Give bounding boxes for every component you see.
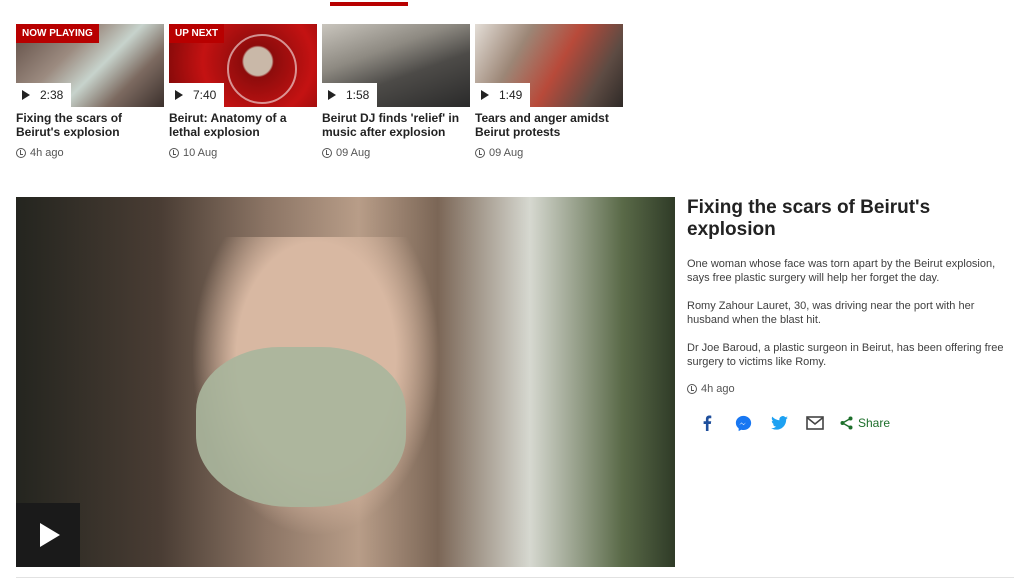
duration-text: 1:58 — [346, 88, 370, 102]
story-paragraph: Romy Zahour Lauret, 30, was driving near… — [687, 300, 975, 326]
target-ring-graphic — [227, 34, 297, 104]
now-playing-badge: NOW PLAYING — [16, 24, 99, 43]
video-playlist: NOW PLAYING 2:38 Fixing the scars of Bei… — [16, 24, 623, 159]
duration-label: 7:40 — [169, 83, 225, 107]
play-icon — [328, 90, 336, 100]
share-label: Share — [858, 416, 891, 430]
play-button[interactable] — [16, 503, 80, 567]
timestamp-text: 10 Aug — [183, 147, 218, 159]
duration-text: 2:38 — [40, 88, 64, 102]
clock-icon — [16, 148, 26, 158]
play-icon — [481, 90, 489, 100]
share-button[interactable]: Share — [840, 416, 890, 430]
divider — [16, 577, 1014, 578]
playlist-item-3[interactable]: 1:58 Beirut DJ finds 'relief' in music a… — [322, 24, 470, 159]
timestamp-text: 4h ago — [30, 147, 64, 159]
video-title[interactable]: Beirut DJ finds 'relief' in music after … — [322, 111, 470, 139]
story-panel: Fixing the scars of Beirut's explosion O… — [687, 197, 1012, 395]
timestamp-text: 09 Aug — [489, 147, 524, 159]
clock-icon — [687, 384, 697, 394]
video-thumbnail[interactable]: NOW PLAYING 2:38 — [16, 24, 164, 107]
play-icon — [175, 90, 183, 100]
story-timestamp: 4h ago — [687, 383, 1012, 395]
messenger-icon[interactable] — [734, 414, 752, 432]
video-thumbnail[interactable]: 1:49 — [475, 24, 623, 107]
clock-icon — [322, 148, 332, 158]
clock-icon — [475, 148, 485, 158]
clock-icon — [169, 148, 179, 158]
up-next-badge: UP NEXT — [169, 24, 225, 43]
video-title[interactable]: Fixing the scars of Beirut's explosion — [16, 111, 164, 139]
timestamp: 09 Aug — [322, 147, 470, 159]
share-tools: Share — [698, 414, 890, 432]
playlist-item-2[interactable]: UP NEXT 7:40 Beirut: Anatomy of a lethal… — [169, 24, 317, 159]
play-icon — [40, 523, 60, 547]
duration-label: 1:49 — [475, 83, 531, 107]
story-paragraph: Dr Joe Baroud, a plastic surgeon in Beir… — [687, 342, 1004, 368]
twitter-icon[interactable] — [770, 414, 788, 432]
share-icon — [840, 416, 853, 430]
email-icon[interactable] — [806, 414, 824, 432]
timestamp-text: 4h ago — [701, 383, 735, 395]
play-icon — [22, 90, 30, 100]
video-thumbnail[interactable]: UP NEXT 7:40 — [169, 24, 317, 107]
video-title[interactable]: Tears and anger amidst Beirut protests — [475, 111, 623, 139]
video-thumbnail[interactable]: 1:58 — [322, 24, 470, 107]
timestamp-text: 09 Aug — [336, 147, 371, 159]
timestamp: 4h ago — [16, 147, 164, 159]
duration-text: 1:49 — [499, 88, 523, 102]
facebook-icon[interactable] — [698, 414, 716, 432]
duration-text: 7:40 — [193, 88, 217, 102]
duration-label: 1:58 — [322, 83, 378, 107]
duration-label: 2:38 — [16, 83, 72, 107]
timestamp: 09 Aug — [475, 147, 623, 159]
story-title: Fixing the scars of Beirut's explosion — [687, 197, 931, 240]
playlist-item-4[interactable]: 1:49 Tears and anger amidst Beirut prote… — [475, 24, 623, 159]
timestamp: 10 Aug — [169, 147, 317, 159]
story-paragraph: One woman whose face was torn apart by t… — [687, 258, 996, 284]
playlist-item-1[interactable]: NOW PLAYING 2:38 Fixing the scars of Bei… — [16, 24, 164, 159]
video-title[interactable]: Beirut: Anatomy of a lethal explosion — [169, 111, 317, 139]
video-still-mask — [196, 347, 406, 507]
main-video-player[interactable] — [16, 197, 675, 567]
active-section-indicator — [330, 2, 408, 6]
